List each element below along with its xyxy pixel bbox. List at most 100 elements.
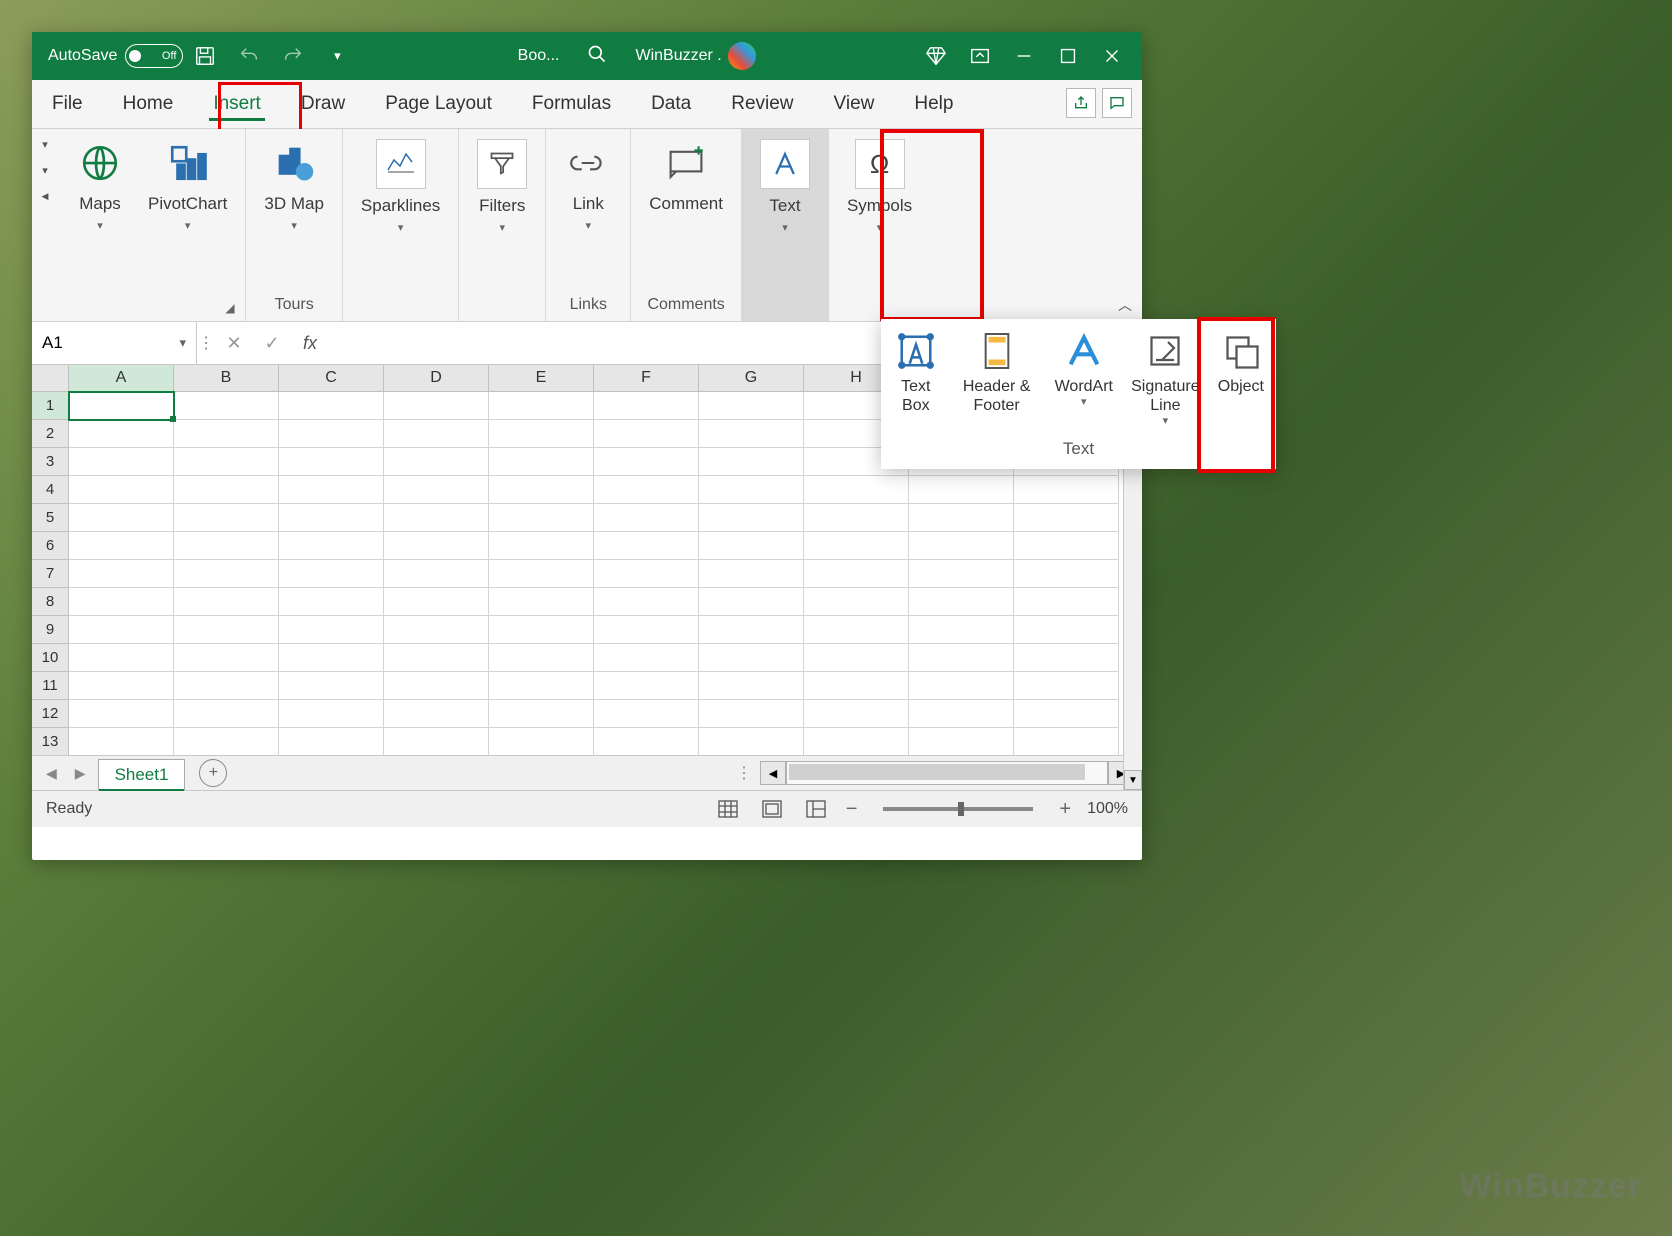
cell[interactable] bbox=[804, 560, 909, 588]
add-sheet-button[interactable]: + bbox=[199, 759, 227, 787]
cell[interactable] bbox=[699, 532, 804, 560]
sheet-tab-sheet1[interactable]: Sheet1 bbox=[98, 759, 186, 790]
row-header[interactable]: 2 bbox=[32, 420, 69, 448]
cell[interactable] bbox=[909, 504, 1014, 532]
cell[interactable] bbox=[279, 560, 384, 588]
hscroll-track[interactable] bbox=[786, 761, 1108, 785]
comment-button[interactable]: Comment bbox=[641, 135, 731, 218]
cell[interactable] bbox=[699, 644, 804, 672]
cell[interactable] bbox=[804, 476, 909, 504]
cell[interactable] bbox=[909, 728, 1014, 755]
document-name[interactable]: Boo... bbox=[518, 47, 560, 65]
cell[interactable] bbox=[1014, 616, 1119, 644]
cell[interactable] bbox=[69, 560, 174, 588]
cell[interactable] bbox=[489, 476, 594, 504]
share-icon[interactable] bbox=[1066, 88, 1096, 118]
cell[interactable] bbox=[594, 504, 699, 532]
cell[interactable] bbox=[1014, 560, 1119, 588]
cell[interactable] bbox=[804, 728, 909, 755]
user-avatar[interactable] bbox=[728, 42, 756, 70]
tab-home[interactable]: Home bbox=[119, 83, 178, 125]
cell[interactable] bbox=[699, 588, 804, 616]
cell[interactable] bbox=[699, 728, 804, 755]
page-layout-view-icon[interactable] bbox=[758, 797, 786, 821]
cell[interactable] bbox=[174, 728, 279, 755]
maps-button[interactable]: Maps▾ bbox=[68, 135, 132, 238]
text-dropdown-button[interactable]: Text▾ bbox=[752, 135, 818, 240]
row-header[interactable]: 13 bbox=[32, 728, 69, 755]
cell[interactable] bbox=[69, 392, 174, 420]
cell[interactable] bbox=[1014, 588, 1119, 616]
autosave-toggle[interactable]: Off bbox=[125, 44, 183, 68]
cell[interactable] bbox=[174, 504, 279, 532]
cell[interactable] bbox=[279, 392, 384, 420]
row-header[interactable]: 11 bbox=[32, 672, 69, 700]
comments-icon[interactable] bbox=[1102, 88, 1132, 118]
link-button[interactable]: Link▾ bbox=[556, 135, 620, 238]
cell[interactable] bbox=[594, 392, 699, 420]
hscroll-thumb[interactable] bbox=[789, 764, 1085, 780]
row-header[interactable]: 3 bbox=[32, 448, 69, 476]
col-header-g[interactable]: G bbox=[699, 365, 804, 391]
cell[interactable] bbox=[594, 672, 699, 700]
col-header-b[interactable]: B bbox=[174, 365, 279, 391]
cell[interactable] bbox=[489, 504, 594, 532]
pivotchart-button[interactable]: PivotChart▾ bbox=[140, 135, 235, 238]
cell[interactable] bbox=[594, 532, 699, 560]
cell[interactable] bbox=[804, 532, 909, 560]
cell[interactable] bbox=[489, 700, 594, 728]
close-icon[interactable] bbox=[1090, 32, 1134, 80]
cell[interactable] bbox=[699, 420, 804, 448]
formula-bar-grip[interactable]: ⋮ bbox=[197, 333, 215, 353]
cell[interactable] bbox=[174, 476, 279, 504]
cell[interactable] bbox=[594, 448, 699, 476]
cell[interactable] bbox=[174, 588, 279, 616]
cell[interactable] bbox=[279, 728, 384, 755]
minimize-icon[interactable] bbox=[1002, 32, 1046, 80]
cell[interactable] bbox=[279, 420, 384, 448]
cell[interactable] bbox=[909, 560, 1014, 588]
cell[interactable] bbox=[489, 392, 594, 420]
cell[interactable] bbox=[909, 476, 1014, 504]
cell[interactable] bbox=[804, 672, 909, 700]
row-header[interactable]: 8 bbox=[32, 588, 69, 616]
vscroll-down[interactable]: ▼ bbox=[1124, 770, 1142, 790]
col-header-a[interactable]: A bbox=[69, 365, 174, 391]
sheet-nav-next[interactable]: ▶ bbox=[69, 765, 92, 782]
select-all-cell[interactable] bbox=[32, 365, 69, 391]
cell[interactable] bbox=[69, 448, 174, 476]
tab-insert[interactable]: Insert bbox=[209, 83, 265, 125]
name-box[interactable]: A1 bbox=[32, 322, 197, 364]
cell[interactable] bbox=[489, 728, 594, 755]
row-header[interactable]: 6 bbox=[32, 532, 69, 560]
tab-file[interactable]: File bbox=[48, 83, 87, 125]
cell[interactable] bbox=[384, 476, 489, 504]
cell[interactable] bbox=[804, 588, 909, 616]
cell[interactable] bbox=[1014, 728, 1119, 755]
tab-page-layout[interactable]: Page Layout bbox=[381, 83, 496, 125]
user-name[interactable]: WinBuzzer . bbox=[635, 47, 721, 65]
cell[interactable] bbox=[489, 448, 594, 476]
tab-data[interactable]: Data bbox=[647, 83, 695, 125]
cell[interactable] bbox=[69, 532, 174, 560]
cell[interactable] bbox=[279, 616, 384, 644]
cell[interactable] bbox=[174, 700, 279, 728]
cell[interactable] bbox=[489, 420, 594, 448]
zoom-out-icon[interactable]: − bbox=[846, 798, 858, 821]
cell[interactable] bbox=[384, 588, 489, 616]
sheet-nav-prev[interactable]: ◀ bbox=[40, 765, 63, 782]
zoom-slider[interactable] bbox=[883, 807, 1033, 811]
cell[interactable] bbox=[384, 672, 489, 700]
sparklines-button[interactable]: Sparklines▾ bbox=[353, 135, 448, 240]
cell[interactable] bbox=[279, 448, 384, 476]
cell[interactable] bbox=[69, 504, 174, 532]
search-icon[interactable] bbox=[587, 44, 607, 69]
cell[interactable] bbox=[699, 560, 804, 588]
scroll-grip[interactable]: ⋮ bbox=[728, 763, 760, 783]
cell[interactable] bbox=[699, 672, 804, 700]
tab-formulas[interactable]: Formulas bbox=[528, 83, 615, 125]
cell[interactable] bbox=[699, 504, 804, 532]
cell[interactable] bbox=[279, 504, 384, 532]
redo-icon[interactable] bbox=[271, 32, 315, 80]
cell[interactable] bbox=[174, 616, 279, 644]
